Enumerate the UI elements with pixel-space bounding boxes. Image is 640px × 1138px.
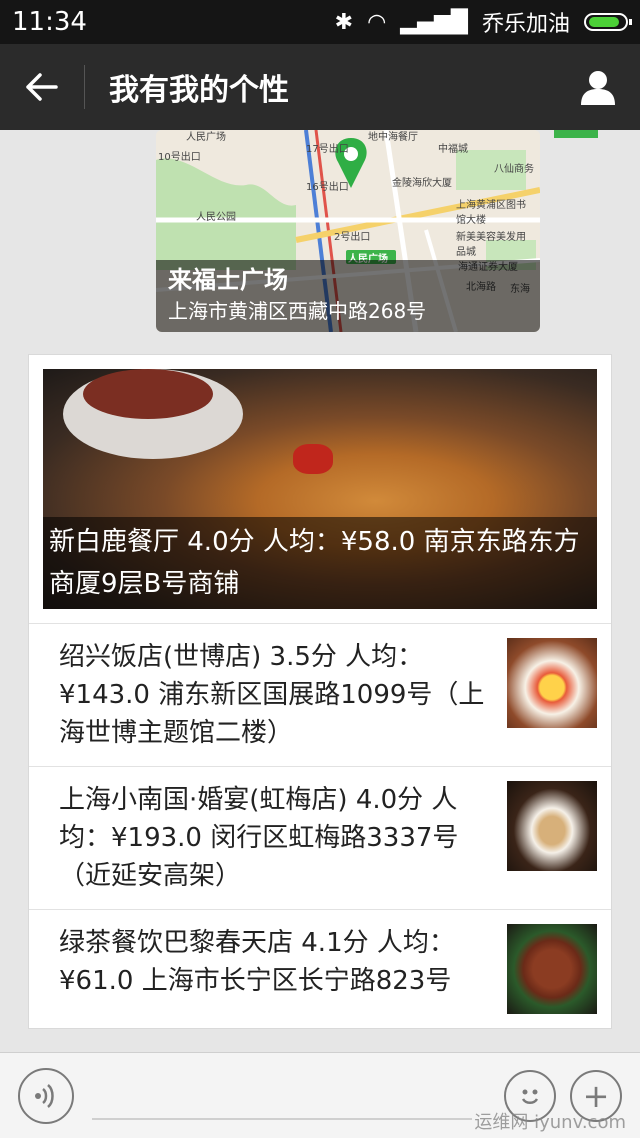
message-input[interactable] xyxy=(92,1072,472,1120)
bluetooth-icon: ✱ xyxy=(334,9,354,35)
article-thumbnail xyxy=(507,781,597,871)
battery-icon xyxy=(584,13,632,31)
person-icon xyxy=(581,71,615,105)
top-article[interactable]: 新白鹿餐厅 4.0分 人均：¥58.0 南京东路东方商厦9层B号商铺 xyxy=(43,369,597,609)
place-name: 来福士广场 xyxy=(168,266,288,294)
article-list-card: 新白鹿餐厅 4.0分 人均：¥58.0 南京东路东方商厦9层B号商铺 绍兴饭店(… xyxy=(28,354,612,1029)
back-button[interactable] xyxy=(0,44,84,130)
smiley-icon xyxy=(521,1089,539,1104)
voice-icon xyxy=(35,1083,54,1108)
watermark: 运维网 iyunv.com xyxy=(474,1112,626,1133)
article-item-text: 上海小南国·婚宴(虹梅店) 4.0分 人均：¥193.0 闵行区虹梅路3337号… xyxy=(59,785,459,891)
input-bar: + 运维网 iyunv.com xyxy=(0,1052,640,1138)
status-right: ✱ ◠ ▂▄▆█ 乔乐加油 xyxy=(334,6,632,38)
signal-icon: ▂▄▆█ xyxy=(400,9,468,35)
location-map-card[interactable]: 人民广场 17号出口 10号出口 16号出口 人民公园 2号出口 人民广场 地中… xyxy=(156,130,540,332)
carrier-name: 乔乐加油 xyxy=(481,12,570,37)
map-caption: 来福士广场 上海市黄浦区西藏中路268号 xyxy=(156,260,540,332)
article-item[interactable]: 绍兴饭店(世博店) 3.5分 人均：¥143.0 浦东新区国展路1099号（上海… xyxy=(29,623,611,766)
article-item[interactable]: 上海小南国·婚宴(虹梅店) 4.0分 人均：¥193.0 闵行区虹梅路3337号… xyxy=(29,766,611,909)
article-item-text: 绍兴饭店(世博店) 3.5分 人均：¥143.0 浦东新区国展路1099号（上海… xyxy=(59,642,485,748)
profile-button[interactable] xyxy=(556,44,640,130)
place-address: 上海市黄浦区西藏中路268号 xyxy=(168,299,427,323)
wifi-icon: ◠ xyxy=(367,9,387,35)
title-separator xyxy=(84,65,85,109)
article-thumbnail xyxy=(507,924,597,1014)
message-area: 人民广场 17号出口 10号出口 16号出口 人民公园 2号出口 人民广场 地中… xyxy=(0,130,640,1052)
article-item[interactable]: 绿茶餐饮巴黎春天店 4.1分 人均：¥61.0 上海市长宁区长宁路823号 xyxy=(29,909,611,1028)
title-bar: 我有我的个性 xyxy=(0,44,640,130)
top-article-caption: 新白鹿餐厅 4.0分 人均：¥58.0 南京东路东方商厦9层B号商铺 xyxy=(43,517,597,609)
green-tab xyxy=(554,130,598,138)
article-thumbnail xyxy=(507,638,597,728)
status-bar: 11:34 ✱ ◠ ▂▄▆█ 乔乐加油 xyxy=(0,0,640,44)
page-title: 我有我的个性 xyxy=(109,73,289,108)
voice-button[interactable] xyxy=(18,1067,74,1124)
article-item-text: 绿茶餐饮巴黎春天店 4.1分 人均：¥61.0 上海市长宁区长宁路823号 xyxy=(59,928,455,996)
back-arrow-icon xyxy=(26,73,58,101)
status-time: 11:34 xyxy=(12,7,87,37)
